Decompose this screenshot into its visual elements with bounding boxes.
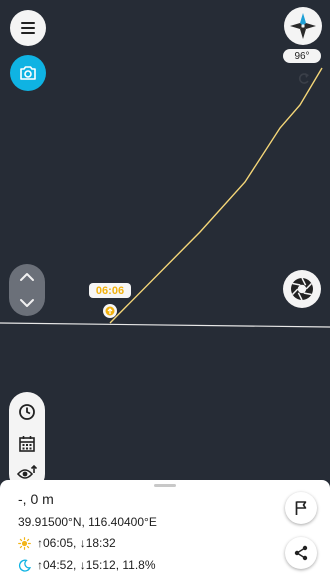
calendar-icon <box>19 436 35 452</box>
chevron-up-icon <box>20 273 34 281</box>
time-stepper[interactable] <box>9 264 45 316</box>
moon-icon <box>18 559 31 572</box>
chevron-down-icon <box>20 299 34 307</box>
calendar-button[interactable] <box>9 429 45 459</box>
moon-times-text: ↑04:52, ↓15:12, 11.8% <box>37 558 156 572</box>
share-icon <box>294 545 308 561</box>
hamburger-menu-icon <box>21 22 35 34</box>
horizon-line <box>0 322 330 328</box>
menu-button[interactable] <box>10 10 46 46</box>
camera-button[interactable] <box>10 55 46 91</box>
camera-icon <box>20 66 36 80</box>
altitude-text: -, 0 m <box>18 491 54 507</box>
flag-icon <box>295 501 307 515</box>
eye-arrow-icon <box>17 464 37 479</box>
step-up-button[interactable] <box>9 264 45 290</box>
arrow-up-icon <box>105 306 115 316</box>
aperture-shutter-icon <box>291 277 313 301</box>
clock-icon <box>19 404 35 420</box>
flag-button[interactable] <box>285 492 317 524</box>
step-down-button[interactable] <box>9 290 45 316</box>
share-button[interactable] <box>285 537 317 569</box>
sun-position-marker[interactable] <box>103 304 117 318</box>
tool-panel <box>9 392 45 492</box>
location-info-sheet: -, 0 m 39.91500°N, 116.40400°E ↑06:05, ↓… <box>0 480 330 580</box>
compass-rose-icon <box>290 13 316 39</box>
clock-button[interactable] <box>9 397 45 427</box>
sun-times-text: ↑06:05, ↓18:32 <box>37 536 116 550</box>
sun-times-row: ↑06:05, ↓18:32 <box>18 536 116 550</box>
sun-time-label: 06:06 <box>89 283 131 298</box>
aperture-button[interactable] <box>283 270 321 308</box>
compass-button[interactable] <box>284 7 322 45</box>
sun-icon <box>18 536 31 550</box>
moon-times-row: ↑04:52, ↓15:12, 11.8% <box>18 558 156 572</box>
drag-handle[interactable] <box>154 484 176 487</box>
heading-badge: 96° <box>283 49 321 63</box>
visibility-button[interactable] <box>9 462 45 482</box>
rotate-back-icon[interactable] <box>297 72 311 86</box>
coordinates-text: 39.91500°N, 116.40400°E <box>18 515 157 529</box>
